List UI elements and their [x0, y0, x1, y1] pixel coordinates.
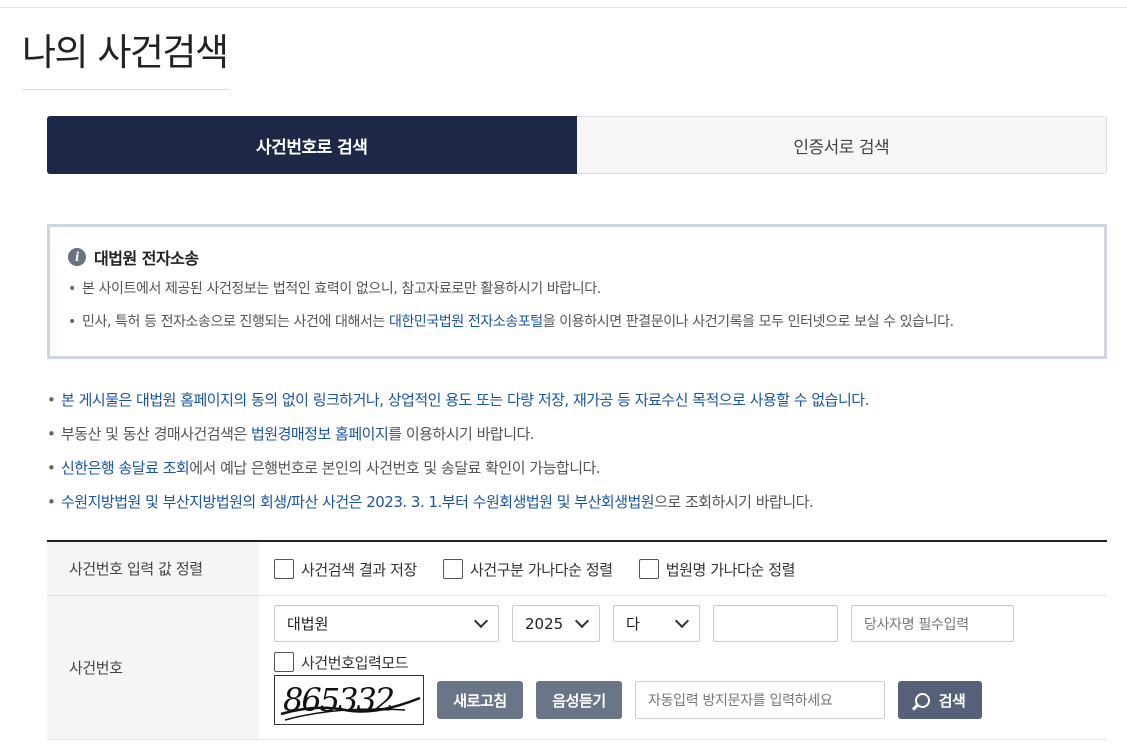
- auction-info-link[interactable]: 법원경매정보 홈페이지: [251, 425, 389, 443]
- search-tabs: 사건번호로 검색 인증서로 검색: [47, 116, 1107, 174]
- sort-by-court-checkbox[interactable]: 법원명 가나다순 정렬: [638, 559, 795, 580]
- court-select[interactable]: 대법원: [274, 605, 499, 642]
- bullet-icon: •: [68, 281, 76, 297]
- guide-list: • 본 게시물은 대법원 홈페이지의 동의 없이 링크하거나, 상업적인 용도 또…: [47, 388, 1107, 524]
- info-icon: i: [68, 248, 86, 266]
- save-results-checkbox[interactable]: 사건검색 결과 저장: [274, 559, 417, 580]
- notice-line-1: • 본 사이트에서 제공된 사건정보는 법적인 효력이 없으니, 참고자료로만 활…: [68, 281, 601, 297]
- guide-line-4: • 수원지방법원 및 부산지방법원의 회생/파산 사건은 2023. 3. 1.부…: [47, 490, 1107, 514]
- case-type-select[interactable]: 다: [613, 605, 700, 642]
- bullet-icon: •: [47, 425, 56, 443]
- case-number-label: 사건번호: [47, 596, 259, 739]
- chevron-down-icon: [674, 613, 690, 628]
- chevron-down-icon: [473, 613, 489, 628]
- case-serial-input[interactable]: [713, 605, 838, 642]
- title-underline: [22, 89, 230, 90]
- tab-certificate[interactable]: 인증서로 검색: [576, 116, 1107, 174]
- sort-row: 사건번호 입력 값 정렬 사건검색 결과 저장 사건구분 가나다순 정렬 법원명…: [47, 542, 1107, 596]
- checkbox-icon[interactable]: [442, 559, 463, 579]
- e-litigation-portal-link[interactable]: 대한민국법원 전자소송포털: [389, 314, 543, 330]
- guide-line-2: • 부동산 및 동산 경매사건검색은 법원경매정보 홈페이지를 이용하시기 바랍니…: [47, 422, 1107, 446]
- sort-label: 사건번호 입력 값 정렬: [47, 542, 259, 595]
- bullet-icon: •: [68, 314, 76, 330]
- checkbox-icon[interactable]: [638, 559, 659, 579]
- case-input-mode-checkbox[interactable]: 사건번호입력모드: [274, 652, 1107, 672]
- audio-captcha-button[interactable]: 음성듣기: [536, 681, 622, 719]
- guide-line-1: • 본 게시물은 대법원 홈페이지의 동의 없이 링크하거나, 상업적인 용도 또…: [47, 388, 1107, 412]
- refresh-captcha-button[interactable]: 새로고침: [437, 681, 523, 719]
- shinhan-fee-link[interactable]: 신한은행 송달료 조회: [61, 459, 190, 477]
- search-icon: [914, 692, 930, 708]
- party-name-input[interactable]: 당사자명 필수입력: [851, 605, 1014, 642]
- notice-line-2: • 민사, 특허 등 전자소송으로 진행되는 사건에 대해서는 대한민국법원 전자…: [68, 314, 954, 330]
- year-select[interactable]: 2025: [512, 605, 600, 642]
- notice-title: 대법원 전자소송: [94, 249, 199, 268]
- captcha-image: 865332: [274, 675, 424, 725]
- notice-box: i 대법원 전자소송 • 본 사이트에서 제공된 사건정보는 법적인 효력이 없으…: [47, 224, 1107, 359]
- sort-by-type-checkbox[interactable]: 사건구분 가나다순 정렬: [442, 559, 613, 580]
- bullet-icon: •: [47, 493, 56, 511]
- chevron-down-icon: [574, 613, 590, 628]
- notice-header: i 대법원 전자소송: [68, 245, 1084, 269]
- bullet-icon: •: [47, 459, 56, 477]
- tab-case-number[interactable]: 사건번호로 검색: [47, 116, 577, 174]
- checkbox-icon[interactable]: [274, 559, 294, 579]
- bullet-icon: •: [47, 391, 56, 409]
- page-title: 나의 사건검색: [22, 31, 229, 74]
- case-number-row: 사건번호 대법원 2025 다 당사자명 필수입력 사건번호입력모드 86533…: [47, 596, 1107, 740]
- search-button[interactable]: 검색: [898, 681, 982, 719]
- search-form: 사건번호 입력 값 정렬 사건검색 결과 저장 사건구분 가나다순 정렬 법원명…: [47, 540, 1107, 740]
- captcha-input[interactable]: 자동입력 방지문자를 입력하세요: [635, 681, 885, 719]
- checkbox-icon[interactable]: [274, 652, 294, 672]
- captcha-noise: [280, 696, 421, 721]
- top-divider: [0, 7, 1127, 8]
- guide-line-3: • 신한은행 송달료 조회에서 예납 은행번호로 본인의 사건번호 및 송달료 확…: [47, 456, 1107, 480]
